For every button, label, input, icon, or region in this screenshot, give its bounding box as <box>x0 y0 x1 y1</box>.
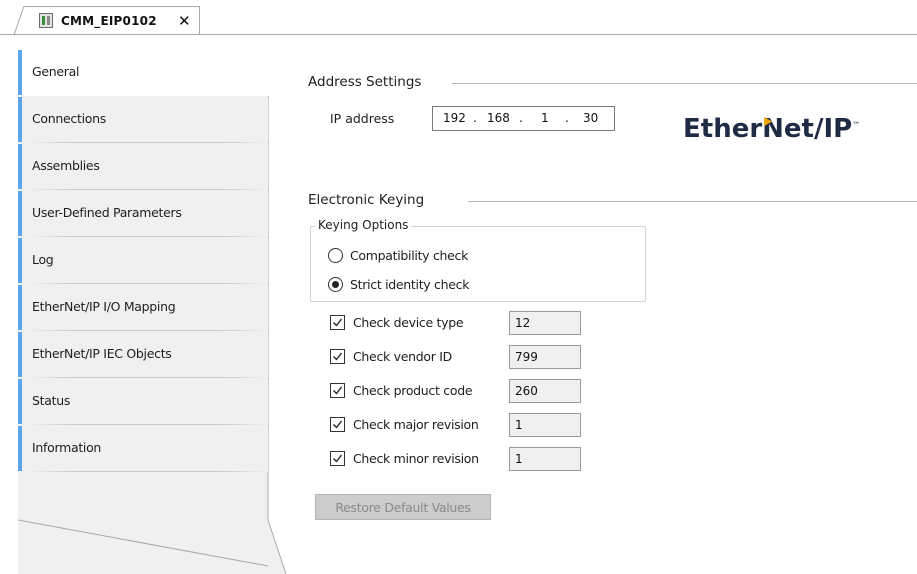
tab-edge-decoration <box>13 5 25 36</box>
check-product-code-label[interactable]: Check product code <box>353 383 473 398</box>
sidebar-item-accent <box>18 191 22 236</box>
keying-options-title: Keying Options <box>315 218 412 232</box>
sidebar-item-label: Assemblies <box>32 158 100 173</box>
checkmark-icon <box>333 318 343 327</box>
check-product-code-value: 260 <box>509 379 581 403</box>
general-settings-panel: Address Settings IP address 192 . 168 . … <box>286 50 917 574</box>
electronic-keying-title: Electronic Keying <box>308 192 425 208</box>
checkmark-icon <box>333 454 343 463</box>
sidebar-separator <box>26 236 268 237</box>
sidebar-separator <box>26 424 268 425</box>
section-divider <box>452 83 917 84</box>
sidebar-item-accent <box>18 426 22 471</box>
ip-octet-2[interactable]: 168 <box>487 111 510 125</box>
restore-default-values-button[interactable]: Restore Default Values <box>315 494 491 520</box>
check-major-revision-value: 1 <box>509 413 581 437</box>
sidebar-separator <box>26 189 268 190</box>
sidebar-item-accent <box>18 332 22 377</box>
check-vendor-id-label[interactable]: Check vendor ID <box>353 349 452 364</box>
ip-address-input[interactable]: 192 . 168 . 1 . 30 <box>432 106 615 131</box>
sidebar-item-connections[interactable]: Connections <box>18 97 268 143</box>
check-major-revision-label[interactable]: Check major revision <box>353 417 479 432</box>
checkmark-icon <box>333 420 343 429</box>
sidebar-item-ethernet-ip-iec-objects[interactable]: EtherNet/IP IEC Objects <box>18 332 268 378</box>
device-icon <box>39 13 53 28</box>
sidebar-item-label: Connections <box>32 111 106 126</box>
sidebar-item-label: EtherNet/IP IEC Objects <box>32 346 172 361</box>
ip-octet-3[interactable]: 1 <box>541 111 549 125</box>
check-device-type-value: 12 <box>509 311 581 335</box>
sidebar-item-accent <box>18 97 22 142</box>
sidebar-item-general[interactable]: General <box>18 50 286 96</box>
sidebar-separator <box>26 142 268 143</box>
sidebar-item-user-defined-parameters[interactable]: User-Defined Parameters <box>18 191 268 237</box>
check-vendor-id-value: 799 <box>509 345 581 369</box>
strict-identity-check-radio[interactable] <box>328 277 343 292</box>
sidebar-item-label: User-Defined Parameters <box>32 205 182 220</box>
address-settings-title: Address Settings <box>308 74 422 90</box>
compatibility-check-radio[interactable] <box>328 248 343 263</box>
sidebar-item-ethernet-ip-io-mapping[interactable]: EtherNet/IP I/O Mapping <box>18 285 268 331</box>
ip-address-label: IP address <box>330 111 395 126</box>
sidebar-separator <box>26 330 268 331</box>
sidebar-item-label: Information <box>32 440 102 455</box>
document-tab-strip: CMM_EIP0102 ✕ <box>0 0 917 36</box>
check-product-code-checkbox[interactable] <box>330 383 345 398</box>
sidebar-item-assemblies[interactable]: Assemblies <box>18 144 268 190</box>
tab-strip-baseline <box>0 34 917 35</box>
ip-dot: . <box>565 111 569 125</box>
ip-octet-4[interactable]: 30 <box>583 111 598 125</box>
check-major-revision-checkbox[interactable] <box>330 417 345 432</box>
check-minor-revision-value: 1 <box>509 447 581 471</box>
tab-title: CMM_EIP0102 <box>61 14 157 28</box>
ip-octet-1[interactable]: 192 <box>443 111 466 125</box>
sidebar-item-information[interactable]: Information <box>18 426 268 472</box>
checkmark-icon <box>333 352 343 361</box>
check-device-type-label[interactable]: Check device type <box>353 315 464 330</box>
check-vendor-id-checkbox[interactable] <box>330 349 345 364</box>
strict-identity-check-label[interactable]: Strict identity check <box>350 277 469 292</box>
close-icon[interactable]: ✕ <box>178 12 191 30</box>
sidebar-item-label: Log <box>32 252 54 267</box>
sidebar-item-status[interactable]: Status <box>18 379 268 425</box>
ip-dot: . <box>519 111 523 125</box>
sidebar-item-label: General <box>32 64 80 79</box>
sidebar: General Connections Assemblies User-Defined… <box>18 50 286 574</box>
ip-dot: . <box>473 111 477 125</box>
sidebar-item-accent <box>18 285 22 330</box>
sidebar-separator <box>26 283 268 284</box>
sidebar-item-label: Status <box>32 393 71 408</box>
compatibility-check-label[interactable]: Compatibility check <box>350 248 468 263</box>
sidebar-separator <box>26 471 268 472</box>
sidebar-separator <box>26 377 268 378</box>
sidebar-item-accent <box>18 50 22 95</box>
check-minor-revision-label[interactable]: Check minor revision <box>353 451 479 466</box>
document-tab[interactable]: CMM_EIP0102 ✕ <box>14 6 200 35</box>
checkmark-icon <box>333 386 343 395</box>
check-minor-revision-checkbox[interactable] <box>330 451 345 466</box>
ethernet-ip-logo: EtherN et/IP™ <box>683 114 861 144</box>
sidebar-item-accent <box>18 379 22 424</box>
section-divider <box>468 201 917 202</box>
sidebar-item-label: EtherNet/IP I/O Mapping <box>32 299 176 314</box>
check-device-type-checkbox[interactable] <box>330 315 345 330</box>
sidebar-item-accent <box>18 238 22 283</box>
sidebar-item-accent <box>18 144 22 189</box>
sidebar-item-log[interactable]: Log <box>18 238 268 284</box>
